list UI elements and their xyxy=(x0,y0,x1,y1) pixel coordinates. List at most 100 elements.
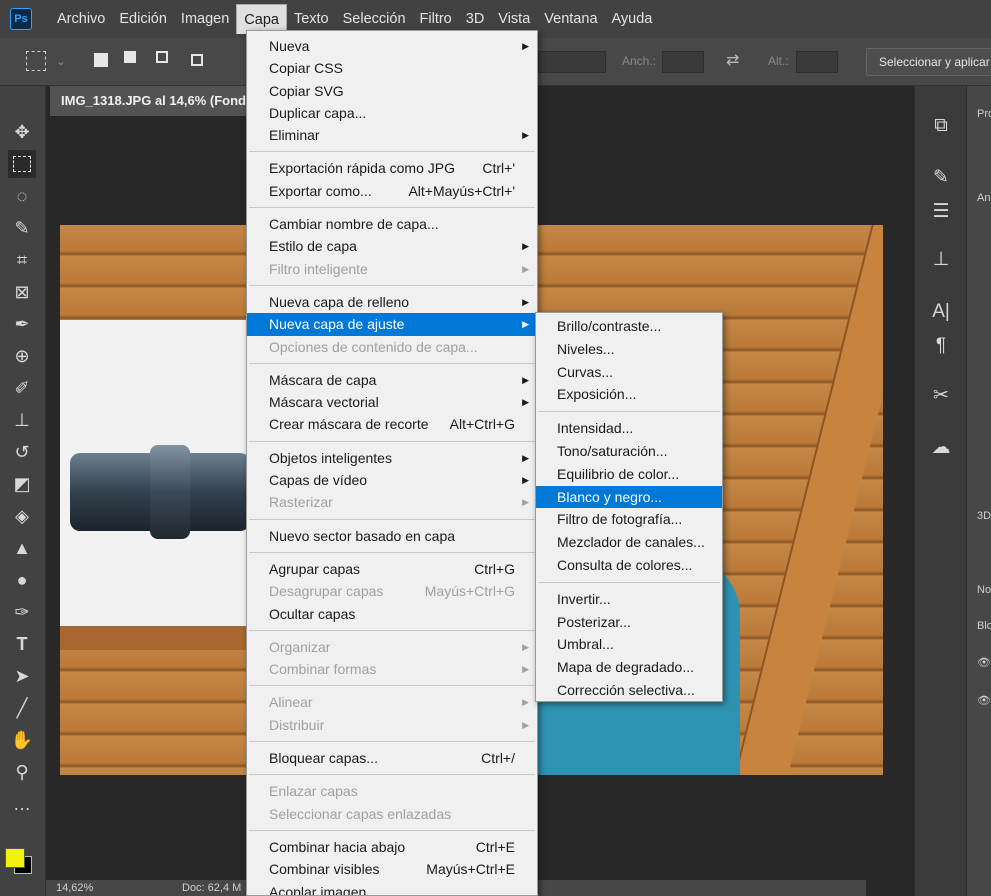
document-tab[interactable]: IMG_1318.JPG al 14,6% (Fondo, RGB/8) xyxy=(50,86,250,116)
libraries-panel-icon[interactable]: ☁ xyxy=(927,434,955,462)
more-tools-icon[interactable]: … xyxy=(8,790,36,818)
adjustment-menu-item[interactable]: Corrección selectiva... xyxy=(536,679,722,702)
move-tool-icon[interactable]: ✥ xyxy=(8,118,36,146)
menu-item[interactable]: Ocultar capas xyxy=(247,603,537,625)
dodge-tool-icon[interactable]: ● xyxy=(8,566,36,594)
adjustment-menu-item[interactable]: Tono/saturación... xyxy=(536,440,722,463)
eraser-tool-icon[interactable]: ◩ xyxy=(8,470,36,498)
adjustments-panel-icon[interactable]: ☰ xyxy=(927,198,955,226)
frame-tool-icon[interactable]: ⊠ xyxy=(8,278,36,306)
tools-panel-icon[interactable]: ✂ xyxy=(927,382,955,410)
adjustment-menu-item[interactable]: Blanco y negro... xyxy=(536,485,722,509)
menu-item[interactable]: Combinar hacia abajo Ctrl+E xyxy=(247,836,537,858)
menu-item[interactable]: Nueva ▶ xyxy=(247,35,537,57)
menu-item[interactable]: Estilo de capa ▶ xyxy=(247,235,537,257)
adjustment-menu-item[interactable]: Mapa de degradado... xyxy=(536,656,722,679)
brush-settings-panel-icon[interactable]: ✎ xyxy=(927,164,955,192)
blend-mode-select[interactable]: No xyxy=(977,584,991,596)
paint-bucket-tool-icon[interactable]: ◈ xyxy=(8,502,36,530)
adjustment-menu-item[interactable]: Filtro de fotografía... xyxy=(536,508,722,531)
marquee-preset-icon[interactable] xyxy=(26,51,46,71)
menu-separator xyxy=(249,774,535,776)
add-to-selection-icon[interactable] xyxy=(124,51,142,69)
intersect-selection-icon[interactable] xyxy=(188,51,206,69)
hand-tool-icon[interactable]: ✋ xyxy=(8,726,36,754)
type-tool-icon[interactable]: T xyxy=(8,630,36,658)
menu-item[interactable]: Exportar como... Alt+Mayús+Ctrl+' xyxy=(247,180,537,202)
menu-item[interactable]: Combinar visibles Mayús+Ctrl+E xyxy=(247,858,537,880)
menu-item[interactable]: Agrupar capas Ctrl+G xyxy=(247,558,537,580)
path-selection-tool-icon[interactable]: ➤ xyxy=(8,662,36,690)
menu-item[interactable]: Acoplar imagen xyxy=(247,881,537,896)
menu-item-label: Cambiar nombre de capa... xyxy=(269,216,439,233)
history-panel-icon[interactable]: ⧉ xyxy=(927,112,955,140)
quick-selection-tool-icon[interactable]: ✎ xyxy=(8,214,36,242)
adjustment-menu-item[interactable]: Curvas... xyxy=(536,361,722,384)
menu-item[interactable]: Exportación rápida como JPG Ctrl+' xyxy=(247,157,537,179)
select-and-mask-button[interactable]: Seleccionar y aplicar máscara... xyxy=(866,48,991,76)
chevron-down-icon[interactable]: ⌄ xyxy=(56,54,66,68)
menu-item-label: Copiar SVG xyxy=(269,82,344,99)
menu-archivo[interactable]: Archivo xyxy=(50,4,112,34)
lasso-tool-icon[interactable]: ◌ xyxy=(8,182,36,210)
foreground-color-swatch[interactable] xyxy=(5,848,25,868)
menu-item[interactable]: Nuevo sector basado en capa xyxy=(247,525,537,547)
adjustment-menu-item[interactable]: Mezclador de canales... xyxy=(536,531,722,554)
brush-tool-icon[interactable]: ✐ xyxy=(8,374,36,402)
menu-item-label: Ocultar capas xyxy=(269,605,356,622)
height-field[interactable] xyxy=(796,51,838,73)
menu-item[interactable]: Eliminar ▶ xyxy=(247,124,537,146)
adjustment-menu-item[interactable]: Consulta de colores... xyxy=(536,554,722,577)
blur-tool-icon[interactable]: ▲ xyxy=(8,534,36,562)
photo-wood-beam xyxy=(725,225,883,775)
menu-item[interactable]: Máscara vectorial ▶ xyxy=(247,391,537,413)
adjustment-menu-item[interactable]: Equilibrio de color... xyxy=(536,463,722,486)
subtract-from-selection-icon[interactable] xyxy=(156,51,174,69)
menu-item[interactable]: Crear máscara de recorte Alt+Ctrl+G xyxy=(247,413,537,435)
adjustment-menu-item[interactable]: Exposición... xyxy=(536,383,722,406)
eyedropper-tool-icon[interactable]: ✒ xyxy=(8,310,36,338)
swap-icon[interactable]: ⇄ xyxy=(726,50,739,70)
character-panel-icon[interactable]: A| xyxy=(927,298,955,326)
menu-item[interactable]: Nueva capa de relleno ▶ xyxy=(247,291,537,313)
pen-tool-icon[interactable]: ✑ xyxy=(8,598,36,626)
rectangular-marquee-tool-icon[interactable] xyxy=(8,150,36,178)
zoom-tool-icon[interactable]: ⚲ xyxy=(8,758,36,786)
zoom-level[interactable]: 14,62% xyxy=(56,882,93,894)
history-brush-tool-icon[interactable]: ↺ xyxy=(8,438,36,466)
adjustment-menu-item[interactable]: Umbral... xyxy=(536,633,722,656)
menu-item: Rasterizar ▶ xyxy=(247,491,537,513)
clone-stamp-tool-icon[interactable]: ⊥ xyxy=(8,406,36,434)
new-selection-icon[interactable] xyxy=(92,51,110,69)
properties-panel-title[interactable]: Pro xyxy=(977,108,991,120)
adjustment-menu-item[interactable]: Niveles... xyxy=(536,338,722,361)
menu-ayuda[interactable]: Ayuda xyxy=(605,4,660,34)
adjustment-menu-item[interactable]: Invertir... xyxy=(536,588,722,611)
paragraph-panel-icon[interactable]: ¶ xyxy=(927,332,955,360)
menu-item[interactable]: Capas de vídeo ▶ xyxy=(247,469,537,491)
menu-ventana[interactable]: Ventana xyxy=(537,4,604,34)
line-tool-icon[interactable]: ╱ xyxy=(8,694,36,722)
visibility-eye-icon[interactable]: 👁 xyxy=(977,656,991,669)
menu-edición[interactable]: Edición xyxy=(112,4,174,34)
menu-item[interactable]: Copiar CSS xyxy=(247,57,537,79)
visibility-eye-icon[interactable]: 👁 xyxy=(977,694,991,707)
crop-tool-icon[interactable]: ⌗ xyxy=(8,246,36,274)
width-field[interactable] xyxy=(662,51,704,73)
menu-item[interactable]: Duplicar capa... xyxy=(247,102,537,124)
menu-item[interactable]: Copiar SVG xyxy=(247,80,537,102)
adjustment-menu-item[interactable]: Posterizar... xyxy=(536,611,722,634)
clone-source-panel-icon[interactable]: ⊥ xyxy=(927,246,955,274)
3d-panel-tab[interactable]: 3D xyxy=(977,510,991,522)
style-select[interactable] xyxy=(538,51,606,73)
menu-item[interactable]: Nueva capa de ajuste ▶ xyxy=(247,313,537,336)
menu-item[interactable]: Cambiar nombre de capa... xyxy=(247,213,537,235)
menu-item: Opciones de contenido de capa... xyxy=(247,336,537,358)
adjustment-menu-item[interactable]: Intensidad... xyxy=(536,417,722,440)
menu-item[interactable]: Objetos inteligentes ▶ xyxy=(247,447,537,469)
adjustment-menu-item[interactable]: Brillo/contraste... xyxy=(536,315,722,338)
menu-item[interactable]: Bloquear capas... Ctrl+/ xyxy=(247,747,537,769)
menu-imagen[interactable]: Imagen xyxy=(174,4,236,34)
spot-healing-tool-icon[interactable]: ⊕ xyxy=(8,342,36,370)
menu-item[interactable]: Máscara de capa ▶ xyxy=(247,369,537,391)
